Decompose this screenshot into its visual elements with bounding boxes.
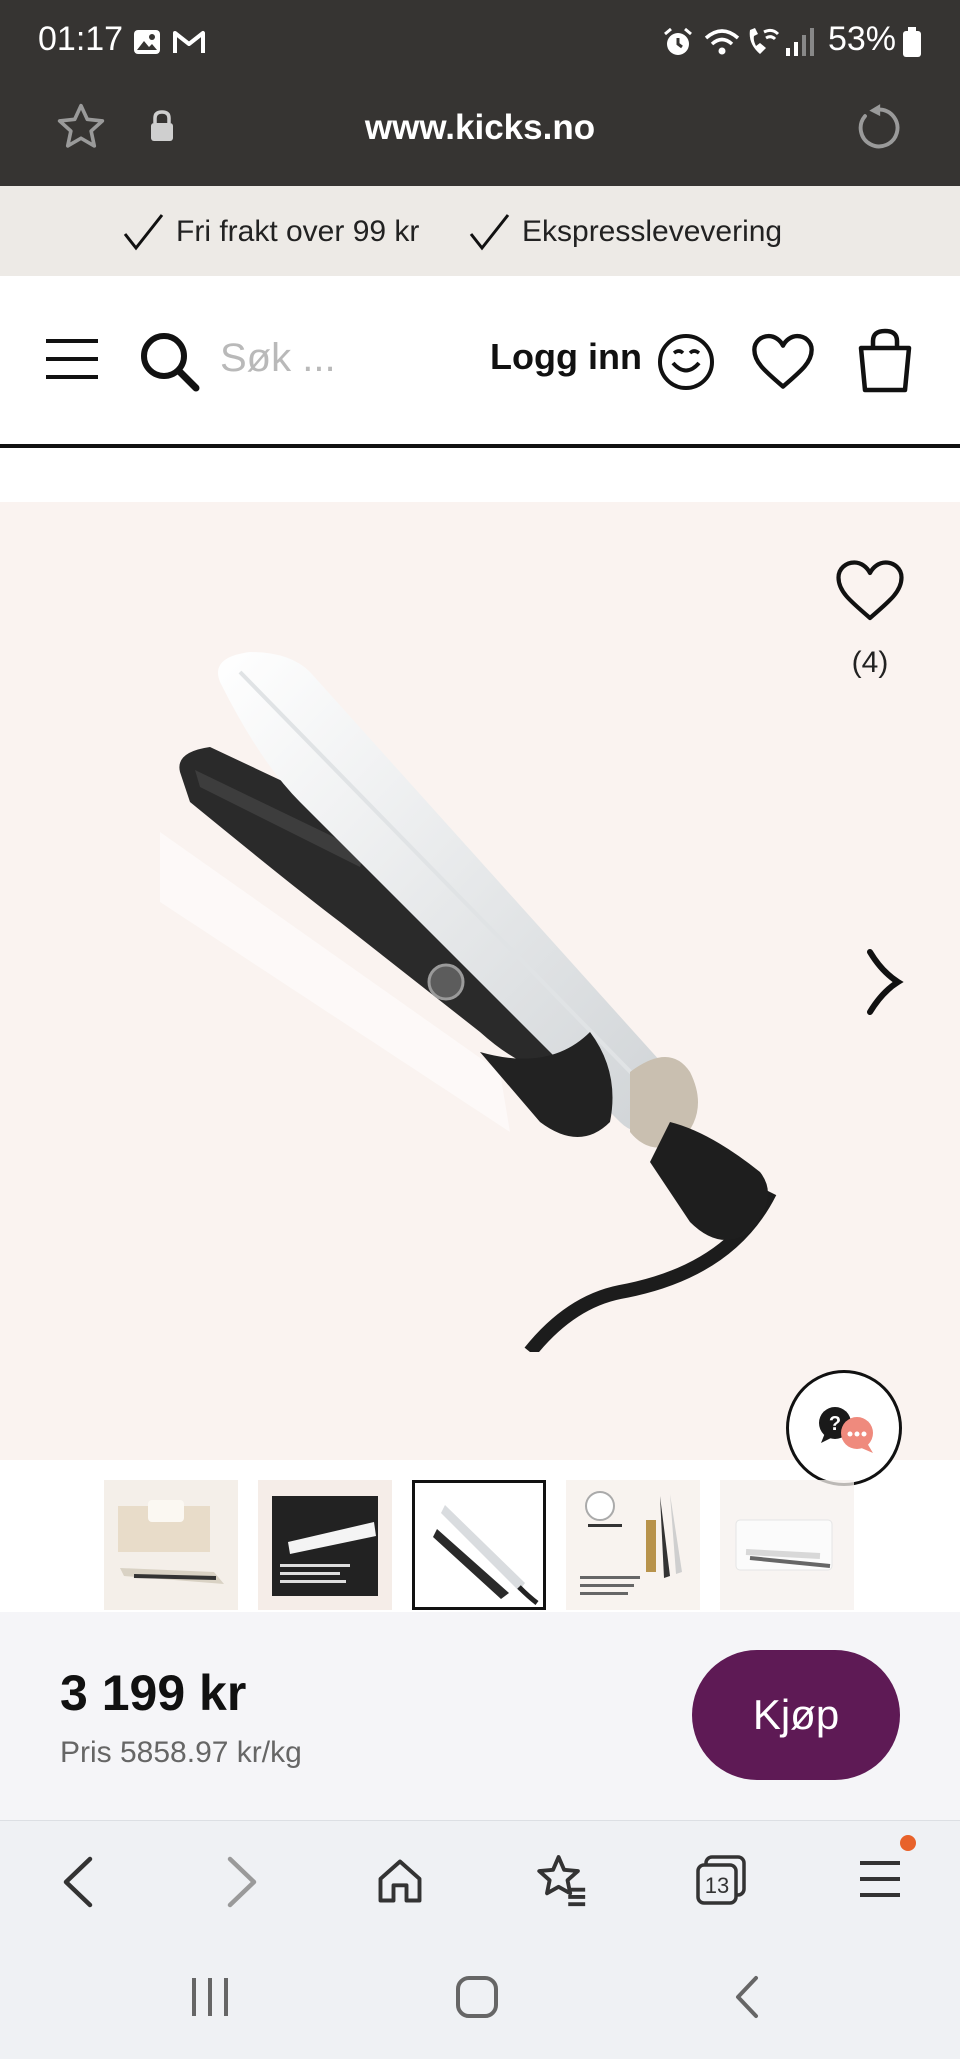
status-bar: 01:17 53% [0,0,960,84]
thumbnail-3-selected[interactable] [412,1480,546,1610]
svg-text:?: ? [829,1413,841,1435]
gmail-icon [173,31,205,53]
thumbnail-4[interactable] [566,1480,700,1610]
help-chat-button[interactable]: ? [786,1370,902,1486]
product-image-hair-straightener [160,652,777,1352]
unit-price: Pris 5858.97 kr/kg [60,1736,302,1769]
product-price: 3 199 kr [60,1665,247,1721]
checkmark-icon [469,214,510,251]
thumbnail-image [104,1480,238,1610]
back-icon[interactable] [58,1855,98,1909]
gallery-icon [134,30,160,54]
buy-button[interactable]: Kjøp [692,1650,900,1780]
thumbnail-image [415,1483,543,1607]
wifi-icon [704,29,740,55]
chat-bubbles-icon: ? [819,1407,873,1453]
reload-icon[interactable] [852,102,904,154]
battery-percentage: 53% [827,20,896,58]
thumbnail-image [720,1480,854,1610]
price-bar: 3 199 kr Pris 5858.97 kr/kg Kjøp [0,1612,960,1820]
shopping-bag-icon[interactable] [856,328,914,394]
system-nav-bar [0,1940,960,2059]
tabs-button[interactable]: 13 [692,1851,750,1909]
tab-count: 13 [704,1873,730,1898]
forward-icon[interactable] [222,1855,262,1909]
favorites-count: (4) [851,646,889,679]
browser-toolbar: 13 [0,1820,960,1941]
thumbnail-image [258,1480,392,1610]
search-input[interactable]: Søk ... [220,336,336,381]
search-icon[interactable] [138,330,202,394]
thumbnail-2[interactable] [258,1480,392,1610]
url-text[interactable]: www.kicks.no [0,108,960,148]
bookmarks-icon[interactable] [532,1851,590,1909]
promo-express-delivery: Ekspresslevevering [468,212,782,252]
browser-address-bar: www.kicks.no [0,84,960,186]
home-button-icon[interactable] [454,1974,500,2020]
browser-menu-icon[interactable] [856,1857,904,1901]
product-image-area[interactable]: ? [0,502,960,1486]
thumbnail-image [566,1480,700,1610]
thumbnail-5[interactable] [720,1480,854,1610]
next-image-chevron-icon[interactable] [864,948,904,1016]
battery-icon [903,27,921,57]
menu-icon[interactable] [44,336,100,382]
thumbnail-1[interactable] [104,1480,238,1610]
recent-apps-icon[interactable] [188,1976,232,2018]
site-header: Søk ... Logg inn [0,276,960,448]
add-to-favorites-heart-icon[interactable] [832,558,908,624]
wifi-calling-icon [749,28,780,54]
wishlist-heart-icon[interactable] [750,332,816,392]
system-back-icon[interactable] [730,1974,762,2020]
smiley-icon[interactable] [656,332,716,392]
home-icon[interactable] [374,1855,426,1907]
promo-strip: Fri frakt over 99 kr Ekspresslevevering [0,186,960,276]
alarm-icon [664,27,692,55]
signal-icon [786,28,814,56]
checkmark-icon [123,214,164,251]
notification-dot [900,1835,916,1851]
promo-free-shipping: Fri frakt over 99 kr [122,212,419,252]
status-time: 01:17 [38,20,124,58]
login-link[interactable]: Logg inn [490,336,642,378]
